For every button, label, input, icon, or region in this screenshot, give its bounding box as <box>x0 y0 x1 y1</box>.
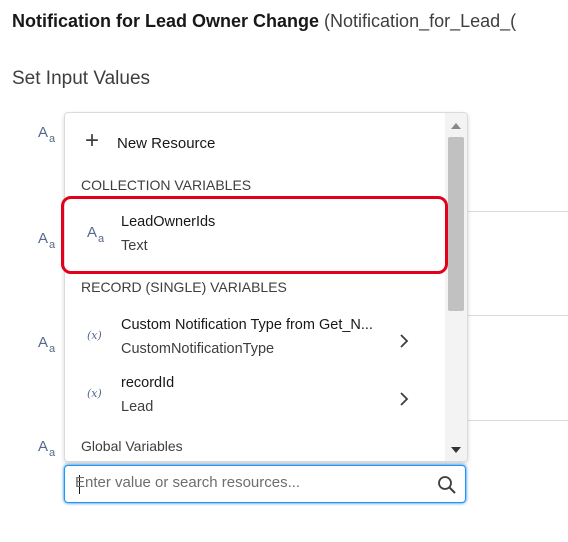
resource-search-field[interactable] <box>64 465 466 503</box>
plus-icon: + <box>85 127 100 154</box>
option-recordid[interactable]: (x) recordId Lead <box>65 371 443 425</box>
option-sublabel: Lead <box>121 399 154 415</box>
variable-icon: (x) <box>87 387 102 400</box>
group-header-record: RECORD (SINGLE) VARIABLES <box>81 279 287 295</box>
page-title: Notification for Lead Owner Change (Noti… <box>12 11 516 32</box>
flow-title: Notification for Lead Owner Change <box>12 11 320 31</box>
search-input[interactable] <box>75 474 415 491</box>
option-sublabel: CustomNotificationType <box>121 341 275 357</box>
flow-api-name: (Notification_for_Lead_( <box>324 11 517 31</box>
search-icon <box>438 476 456 494</box>
new-resource-option[interactable]: + New Resource <box>65 119 443 167</box>
scroll-up-arrow-icon[interactable] <box>451 123 461 129</box>
variable-icon: (x) <box>87 329 102 342</box>
option-label: Custom Notification Type from Get_N... <box>121 317 373 333</box>
resource-picker-dropdown: + New Resource COLLECTION VARIABLES Aa L… <box>64 112 468 462</box>
group-header-global: Global Variables <box>81 438 183 454</box>
text-type-icon: Aa <box>38 334 56 355</box>
text-type-icon: Aa <box>38 124 56 145</box>
chevron-right-icon[interactable] <box>399 391 409 407</box>
chevron-right-icon[interactable] <box>399 333 409 349</box>
highlight-box <box>61 196 448 274</box>
scrollbar-thumb[interactable] <box>448 137 464 311</box>
text-type-icon: Aa <box>38 230 56 251</box>
dropdown-scrollbar[interactable] <box>445 113 467 461</box>
new-resource-label: New Resource <box>117 135 216 152</box>
scroll-down-arrow-icon[interactable] <box>451 447 461 453</box>
option-custom-notification-type[interactable]: (x) Custom Notification Type from Get_N.… <box>65 313 443 367</box>
section-label: Set Input Values <box>12 68 151 89</box>
text-type-icon: Aa <box>38 438 56 459</box>
option-label: recordId <box>121 375 175 391</box>
group-header-collection: COLLECTION VARIABLES <box>81 177 252 193</box>
